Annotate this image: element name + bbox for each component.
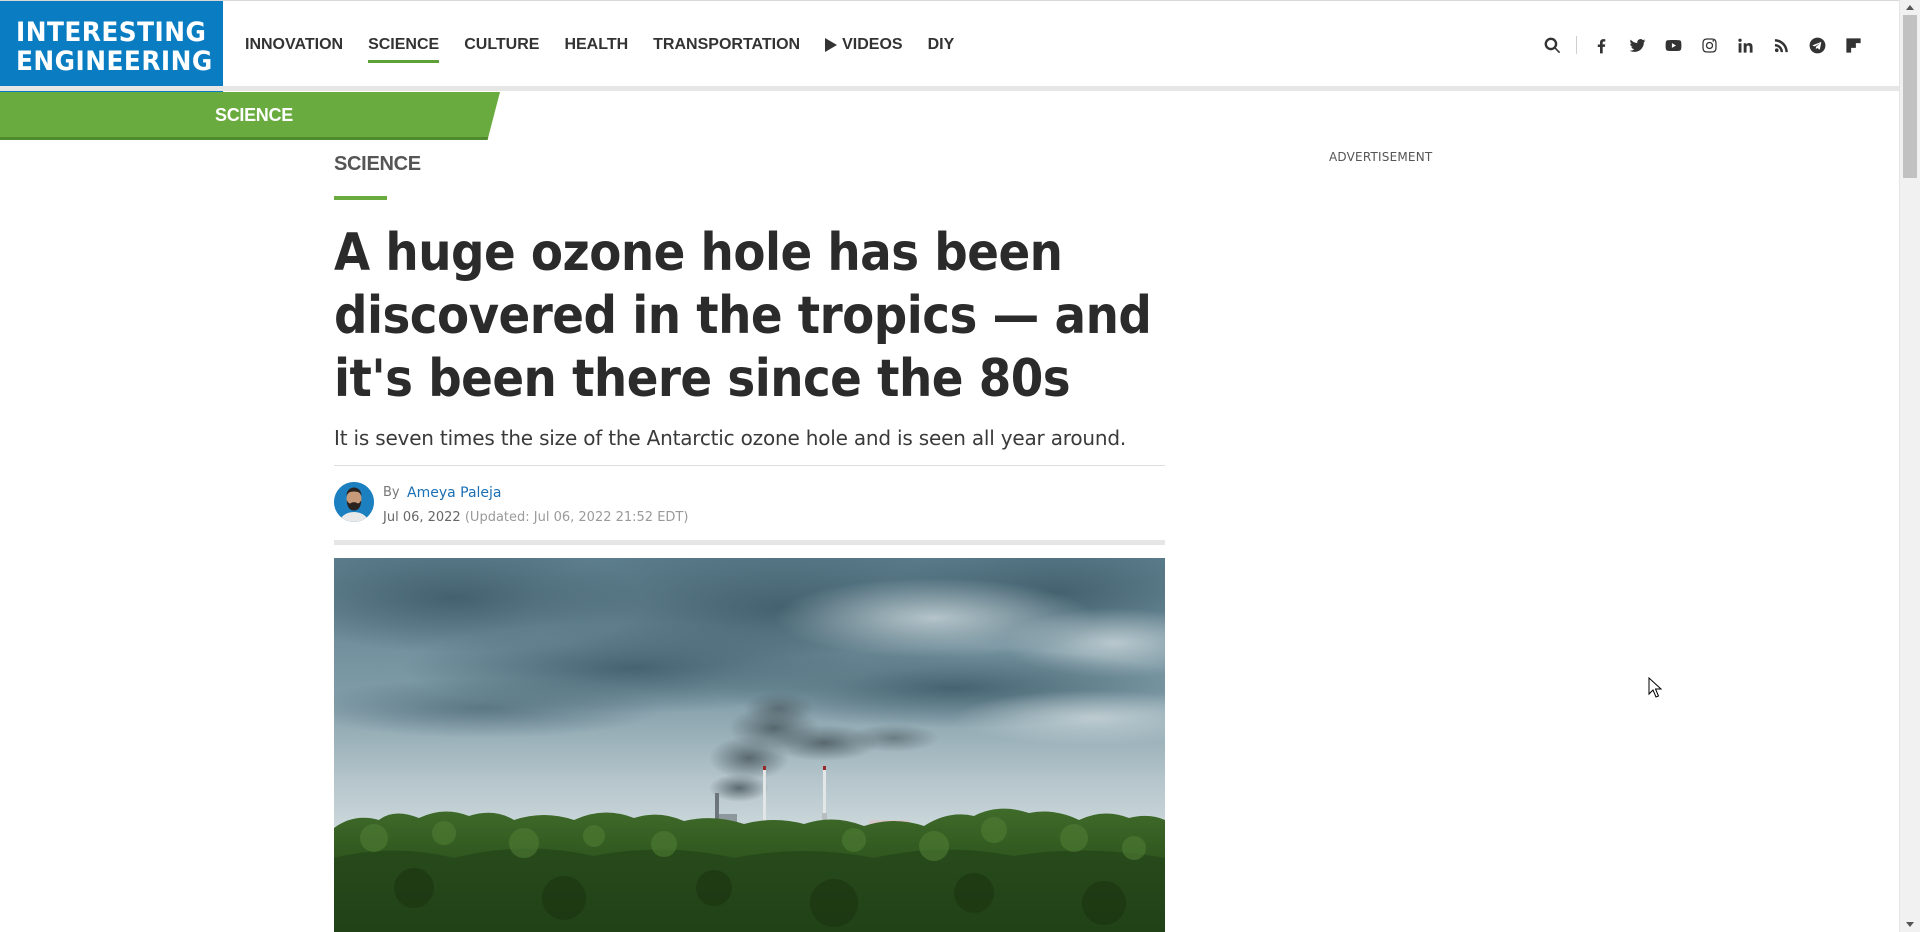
nav-diy[interactable]: DIY — [928, 36, 955, 54]
site-header: INTERESTING ENGINEERING INNOVATION SCIEN… — [0, 0, 1899, 92]
flipboard-icon[interactable] — [1835, 33, 1871, 57]
header-divider — [0, 86, 1899, 91]
nav-innovation[interactable]: INNOVATION — [245, 36, 343, 54]
by-label: By — [383, 485, 400, 500]
page-scrollbar[interactable] — [1899, 0, 1920, 932]
nav-science[interactable]: SCIENCE — [368, 36, 440, 63]
rss-icon[interactable] — [1763, 33, 1799, 57]
linkedin-icon[interactable] — [1727, 33, 1763, 57]
article-category[interactable]: SCIENCE — [334, 153, 421, 176]
subtitle-divider — [334, 465, 1165, 466]
logo-line-1: INTERESTING — [16, 16, 207, 48]
nav-health[interactable]: HEALTH — [564, 36, 628, 54]
facebook-icon[interactable] — [1583, 33, 1619, 57]
nav-videos[interactable]: VIDEOS — [825, 36, 903, 54]
section-banner-label: SCIENCE — [215, 105, 293, 125]
publish-date-value: Jul 06, 2022 — [383, 510, 461, 525]
article-headline: A huge ozone hole has been discovered in… — [334, 223, 1152, 409]
author-link[interactable]: Ameya Paleja — [407, 485, 502, 501]
scroll-down-icon[interactable] — [1906, 922, 1914, 927]
nav-videos-label: VIDEOS — [842, 36, 903, 53]
updated-date: (Updated: Jul 06, 2022 21:52 EDT) — [464, 510, 689, 525]
byline: By Ameya Paleja Jul 06, 2022 (Updated: J… — [334, 482, 1165, 542]
logo-line-2: ENGINEERING — [16, 45, 213, 77]
scroll-thumb[interactable] — [1903, 15, 1917, 178]
nav-transportation[interactable]: TRANSPORTATION — [653, 36, 800, 54]
header-tools — [1534, 1, 1871, 89]
mouse-cursor-icon — [1648, 677, 1662, 698]
advertisement-label: ADVERTISEMENT — [1329, 150, 1433, 164]
hero-image — [334, 558, 1165, 932]
nav-culture[interactable]: CULTURE — [464, 36, 539, 54]
main-nav: INNOVATION SCIENCE CULTURE HEALTH TRANSP… — [245, 1, 979, 89]
article-subtitle: It is seven times the size of the Antarc… — [334, 426, 1127, 450]
publish-date: Jul 06, 2022 (Updated: Jul 06, 2022 21:5… — [383, 510, 688, 525]
site-logo[interactable]: INTERESTING ENGINEERING — [0, 1, 223, 92]
author-avatar[interactable] — [334, 482, 374, 522]
tools-divider — [1576, 36, 1577, 54]
youtube-icon[interactable] — [1655, 33, 1691, 57]
search-icon[interactable] — [1534, 33, 1570, 57]
section-banner[interactable]: SCIENCE — [0, 92, 500, 140]
category-underline — [334, 196, 387, 200]
telegram-icon[interactable] — [1799, 33, 1835, 57]
scroll-up-icon[interactable] — [1906, 5, 1914, 10]
twitter-icon[interactable] — [1619, 33, 1655, 57]
instagram-icon[interactable] — [1691, 33, 1727, 57]
play-icon — [825, 38, 838, 52]
byline-divider — [334, 540, 1165, 545]
